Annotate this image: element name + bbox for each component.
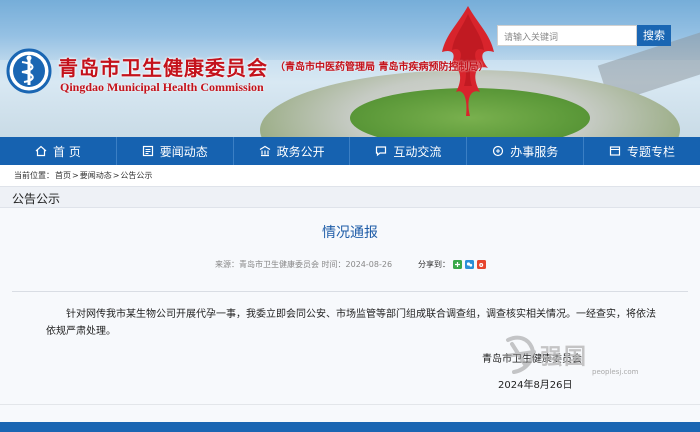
site-english-title: Qingdao Municipal Health Commission <box>60 80 264 94</box>
share-weibo-icon[interactable] <box>477 260 486 269</box>
breadcrumb-item-home[interactable]: 首页 <box>55 171 71 180</box>
nav-item-interaction[interactable]: 互动交流 <box>350 137 468 165</box>
nav-label: 办事服务 <box>510 144 559 159</box>
building-icon <box>259 145 270 157</box>
nav-label: 专题专栏 <box>627 144 676 159</box>
nav-label: 互动交流 <box>393 144 442 159</box>
service-icon <box>493 145 504 157</box>
share-wechat-icon[interactable] <box>465 260 474 269</box>
nav-item-topics[interactable]: 专题专栏 <box>584 137 700 165</box>
share-label: 分享到： <box>418 260 450 269</box>
health-commission-logo <box>6 48 52 94</box>
watermark-text: 强国 <box>540 344 589 370</box>
breadcrumb-separator: > <box>72 171 79 180</box>
article-title: 情况通报 <box>322 225 378 241</box>
nav-item-services[interactable]: 办事服务 <box>467 137 585 165</box>
main-nav: 首 页 要闻动态 政务公开 互动交流 办事服务 专题专栏 <box>0 137 700 165</box>
search-button[interactable]: 搜索 <box>637 25 671 46</box>
nav-item-home[interactable]: 首 页 <box>0 137 117 165</box>
site-title: 青岛市卫生健康委员会 <box>58 56 268 80</box>
search-input[interactable]: 请输入关键词 <box>497 25 637 46</box>
nav-label: 首 页 <box>53 144 81 159</box>
nav-label: 政务公开 <box>276 144 325 159</box>
nav-item-news[interactable]: 要闻动态 <box>117 137 234 165</box>
news-icon <box>142 145 153 157</box>
breadcrumb-prefix: 当前位置： <box>14 171 54 180</box>
site-subtitle: （青岛市中医药管理局 青岛市疾病预防控制局） <box>275 62 489 73</box>
breadcrumb-item-notices[interactable]: 公告公示 <box>120 171 152 180</box>
breadcrumb: 当前位置：首页>要闻动态>公告公示 <box>14 170 153 181</box>
chat-icon <box>376 146 387 157</box>
article-divider <box>12 291 688 292</box>
nav-item-gov-info[interactable]: 政务公开 <box>234 137 351 165</box>
footer-line <box>0 422 700 432</box>
watermark-url: peoplesj.com <box>592 368 639 376</box>
share-qzone-icon[interactable] <box>453 260 462 269</box>
breadcrumb-item-news[interactable]: 要闻动态 <box>80 171 112 180</box>
article-meta: 来源：青岛市卫生健康委员会 时间：2024-08-26 <box>215 260 393 269</box>
home-icon <box>35 145 47 157</box>
nav-label: 要闻动态 <box>159 144 208 159</box>
share-bar: 分享到： <box>418 259 486 270</box>
section-header-bar <box>0 186 700 208</box>
header-banner: 青岛市卫生健康委员会 （青岛市中医药管理局 青岛市疾病预防控制局） Qingda… <box>0 0 700 137</box>
topic-icon <box>609 146 621 156</box>
breadcrumb-separator: > <box>112 171 120 180</box>
section-title: 公告公示 <box>12 192 61 206</box>
